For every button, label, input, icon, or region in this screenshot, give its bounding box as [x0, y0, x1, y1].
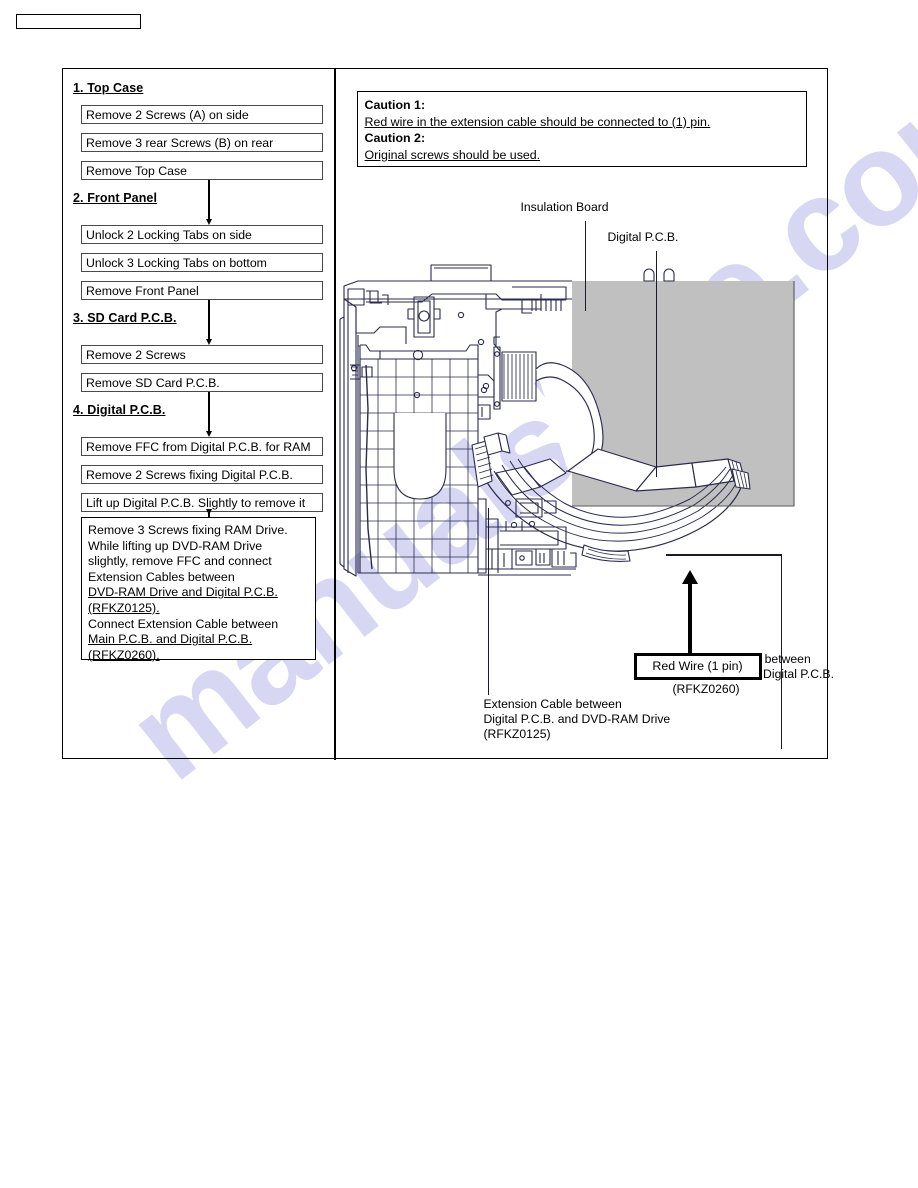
- page-header-box: [16, 14, 141, 29]
- disassembly-flowchart: 1. Top Case Remove 2 Screws (A) on side …: [63, 69, 334, 760]
- label-ext-cable-ram: Extension Cable between Digital P.C.B. a…: [484, 697, 671, 742]
- flow-step-box: Remove 2 Screws: [81, 345, 323, 364]
- note-line: While lifting up DVD-RAM Drive: [88, 538, 263, 553]
- caution-body: Original screws should be used.: [364, 147, 541, 162]
- note-line: DVD-RAM Drive and Digital P.C.B.: [88, 585, 278, 600]
- note-line: Extension Cables between: [88, 569, 235, 584]
- red-wire-arrow-stem: [687, 582, 692, 654]
- flow-step-box: Lift up Digital P.C.B. Slightly to remov…: [81, 493, 323, 512]
- label-line: Digital P.C.B. and DVD-RAM Drive: [483, 712, 671, 726]
- label-insulation-board: Insulation Board: [520, 200, 609, 214]
- flow-connector-line: [208, 300, 210, 340]
- leader-line-insulation-board: [584, 221, 587, 311]
- right-column: Caution 1: Red wire in the extension cab…: [336, 69, 834, 760]
- flow-step-box: Remove SD Card P.C.B.: [81, 373, 323, 392]
- note-line: slightly, remove FFC and connect: [88, 554, 272, 569]
- ram-drive-instruction-box: Remove 3 Screws fixing RAM Drive. While …: [81, 517, 316, 662]
- flow-step-box: Unlock 2 Locking Tabs on side: [81, 225, 323, 244]
- leader-line-digital-pcb: [655, 251, 658, 477]
- caution-heading: Caution 1:: [364, 98, 426, 112]
- flow-connector-arrowhead: [205, 509, 212, 515]
- label-digital-pcb: Digital P.C.B.: [607, 230, 679, 244]
- page-frame: 1. Top Case Remove 2 Screws (A) on side …: [62, 68, 834, 760]
- flow-step-box: Remove Top Case: [81, 161, 323, 180]
- leader-line-ext-cable-ram: [487, 508, 490, 695]
- red-wire-callout-box: Red Wire (1 pin): [633, 653, 762, 680]
- step-heading-top-case: 1. Top Case: [73, 81, 144, 95]
- leader-elbow-ext-cable-main: [665, 554, 782, 556]
- step-heading-sd-card-pcb: 3. SD Card P.C.B.: [73, 311, 177, 325]
- flow-connector-line: [208, 392, 210, 432]
- note-line: Main P.C.B. and Digital P.C.B.: [88, 632, 253, 647]
- caution-heading: Caution 2:: [364, 131, 426, 145]
- label-line: Extension Cable between: [483, 697, 622, 711]
- flow-step-box: Remove 2 Screws (A) on side: [81, 105, 323, 124]
- red-wire-callout-label: Red Wire (1 pin): [652, 659, 743, 673]
- note-line: (RFKZ0125).: [88, 600, 160, 615]
- flow-step-box: Remove Front Panel: [81, 281, 323, 300]
- caution-body: Red wire in the extension cable should b…: [364, 114, 711, 129]
- label-line: (RFKZ0125): [483, 727, 551, 741]
- flow-step-box: Remove 3 rear Screws (B) on rear: [81, 133, 323, 152]
- flow-connector-line: [208, 180, 210, 220]
- label-line: (RFKZ0260): [672, 682, 740, 696]
- caution-box: Caution 1: Red wire in the extension cab…: [356, 91, 807, 167]
- chassis-diagram: Insulation Board Digital P.C.B. Red Wire…: [336, 169, 834, 760]
- note-line: Remove 3 Screws fixing RAM Drive.: [88, 523, 288, 537]
- note-line: Connect Extension Cable between: [88, 616, 279, 631]
- step-heading-digital-pcb: 4. Digital P.C.B.: [73, 403, 166, 417]
- note-line: (RFKZ0260).: [88, 647, 160, 662]
- flow-step-box: Remove 2 Screws fixing Digital P.C.B.: [81, 465, 323, 484]
- flow-step-box: Remove FFC from Digital P.C.B. for RAM: [81, 437, 323, 456]
- flow-step-box: Unlock 3 Locking Tabs on bottom: [81, 253, 323, 272]
- step-heading-front-panel: 2. Front Panel: [73, 191, 158, 205]
